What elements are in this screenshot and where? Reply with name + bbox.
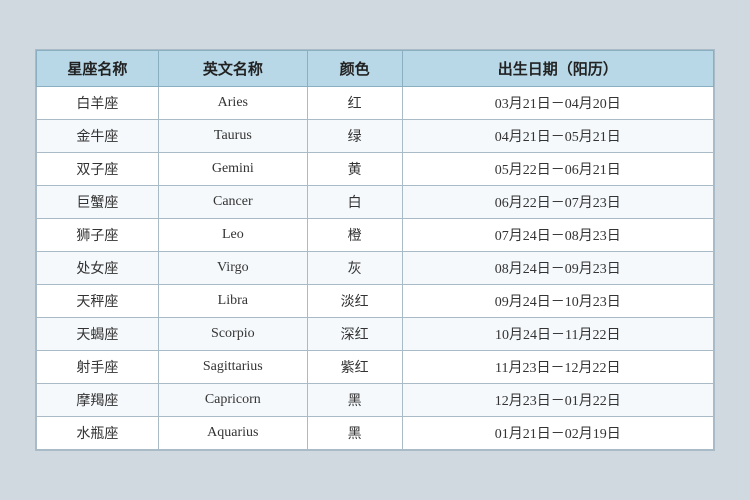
cell-date: 01月21日－02月19日 — [402, 417, 713, 450]
cell-chinese: 天秤座 — [37, 285, 159, 318]
table-row: 狮子座Leo橙07月24日－08月23日 — [37, 219, 714, 252]
cell-color: 紫红 — [307, 351, 402, 384]
cell-color: 白 — [307, 186, 402, 219]
cell-english: Leo — [158, 219, 307, 252]
cell-english: Sagittarius — [158, 351, 307, 384]
table-row: 处女座Virgo灰08月24日－09月23日 — [37, 252, 714, 285]
cell-date: 06月22日－07月23日 — [402, 186, 713, 219]
cell-english: Scorpio — [158, 318, 307, 351]
table-row: 天蝎座Scorpio深红10月24日－11月22日 — [37, 318, 714, 351]
cell-color: 黄 — [307, 153, 402, 186]
cell-date: 04月21日－05月21日 — [402, 120, 713, 153]
cell-color: 深红 — [307, 318, 402, 351]
table-row: 水瓶座Aquarius黑01月21日－02月19日 — [37, 417, 714, 450]
table-row: 巨蟹座Cancer白06月22日－07月23日 — [37, 186, 714, 219]
cell-english: Taurus — [158, 120, 307, 153]
cell-date: 11月23日－12月22日 — [402, 351, 713, 384]
cell-color: 淡红 — [307, 285, 402, 318]
table-row: 天秤座Libra淡红09月24日－10月23日 — [37, 285, 714, 318]
table-row: 射手座Sagittarius紫红11月23日－12月22日 — [37, 351, 714, 384]
header-english: 英文名称 — [158, 51, 307, 87]
cell-english: Aquarius — [158, 417, 307, 450]
cell-chinese: 水瓶座 — [37, 417, 159, 450]
cell-date: 09月24日－10月23日 — [402, 285, 713, 318]
cell-date: 08月24日－09月23日 — [402, 252, 713, 285]
cell-chinese: 摩羯座 — [37, 384, 159, 417]
cell-chinese: 射手座 — [37, 351, 159, 384]
cell-color: 黑 — [307, 417, 402, 450]
cell-color: 红 — [307, 87, 402, 120]
cell-date: 05月22日－06月21日 — [402, 153, 713, 186]
table-row: 摩羯座Capricorn黑12月23日－01月22日 — [37, 384, 714, 417]
cell-chinese: 双子座 — [37, 153, 159, 186]
cell-color: 橙 — [307, 219, 402, 252]
cell-date: 10月24日－11月22日 — [402, 318, 713, 351]
cell-english: Virgo — [158, 252, 307, 285]
cell-color: 灰 — [307, 252, 402, 285]
cell-chinese: 天蝎座 — [37, 318, 159, 351]
table-row: 金牛座Taurus绿04月21日－05月21日 — [37, 120, 714, 153]
table-header-row: 星座名称 英文名称 颜色 出生日期（阳历） — [37, 51, 714, 87]
cell-chinese: 白羊座 — [37, 87, 159, 120]
zodiac-table-container: 星座名称 英文名称 颜色 出生日期（阳历） 白羊座Aries红03月21日－04… — [35, 49, 715, 451]
cell-chinese: 狮子座 — [37, 219, 159, 252]
header-date: 出生日期（阳历） — [402, 51, 713, 87]
cell-color: 绿 — [307, 120, 402, 153]
cell-chinese: 巨蟹座 — [37, 186, 159, 219]
cell-english: Gemini — [158, 153, 307, 186]
table-row: 双子座Gemini黄05月22日－06月21日 — [37, 153, 714, 186]
cell-english: Capricorn — [158, 384, 307, 417]
cell-chinese: 处女座 — [37, 252, 159, 285]
cell-english: Aries — [158, 87, 307, 120]
cell-date: 07月24日－08月23日 — [402, 219, 713, 252]
header-chinese: 星座名称 — [37, 51, 159, 87]
cell-date: 03月21日－04月20日 — [402, 87, 713, 120]
cell-chinese: 金牛座 — [37, 120, 159, 153]
zodiac-table: 星座名称 英文名称 颜色 出生日期（阳历） 白羊座Aries红03月21日－04… — [36, 50, 714, 450]
cell-color: 黑 — [307, 384, 402, 417]
cell-english: Libra — [158, 285, 307, 318]
table-row: 白羊座Aries红03月21日－04月20日 — [37, 87, 714, 120]
header-color: 颜色 — [307, 51, 402, 87]
cell-english: Cancer — [158, 186, 307, 219]
cell-date: 12月23日－01月22日 — [402, 384, 713, 417]
